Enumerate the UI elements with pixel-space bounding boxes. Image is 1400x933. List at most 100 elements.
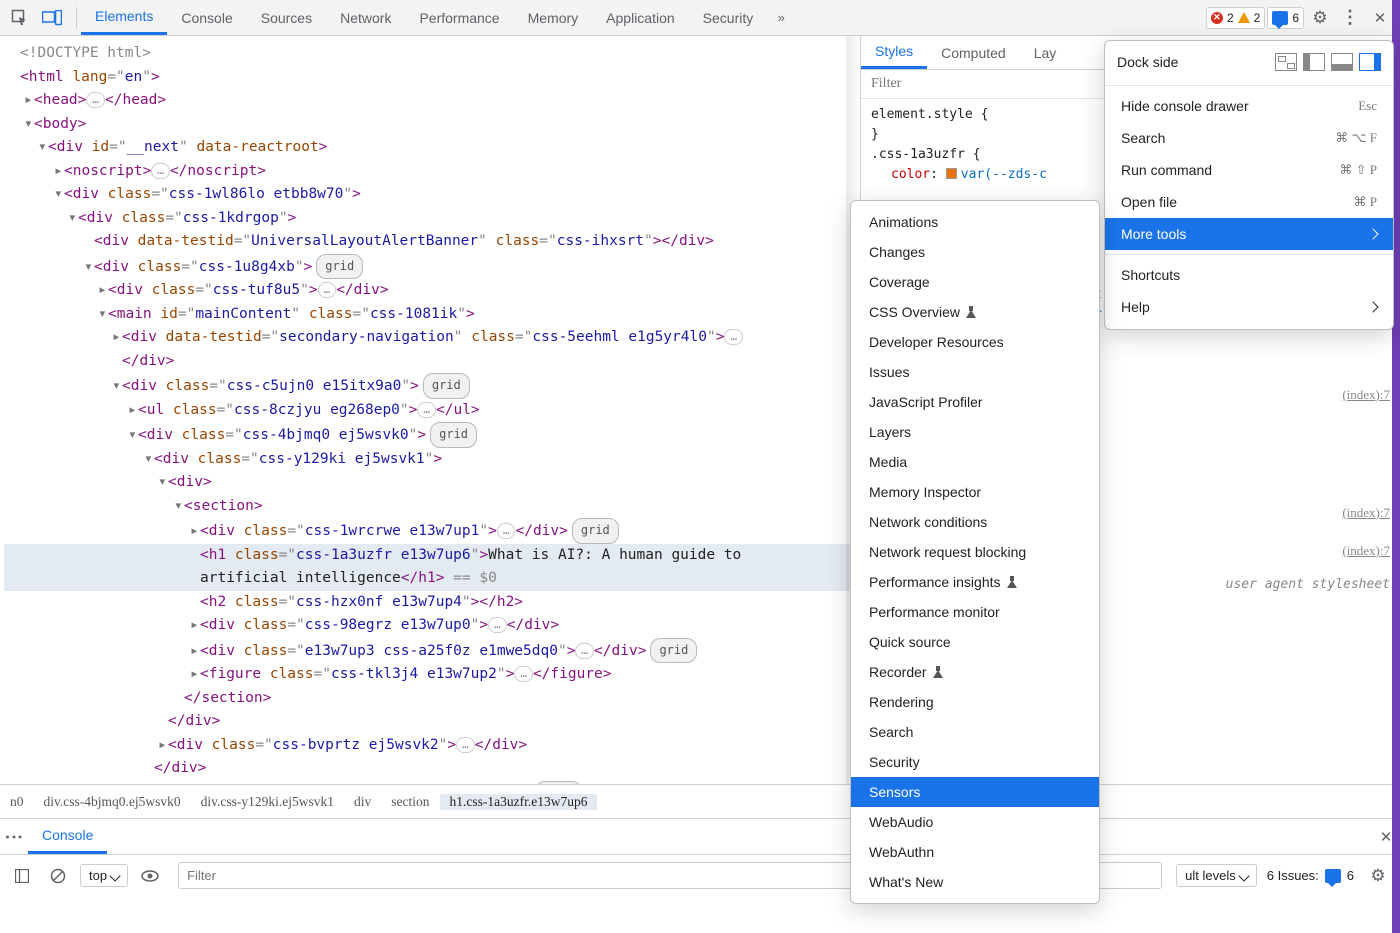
dom-node[interactable]: <div> bbox=[4, 471, 860, 495]
ellipsis-icon[interactable]: … bbox=[456, 737, 475, 753]
console-sidebar-toggle-icon[interactable] bbox=[8, 862, 36, 890]
submenu-item-animations[interactable]: Animations bbox=[851, 207, 1099, 237]
dom-node[interactable]: </section> bbox=[4, 687, 860, 711]
expand-toggle-icon[interactable] bbox=[128, 424, 138, 448]
dom-node[interactable]: <div class="css-98egrz e13w7up0">…</div> bbox=[4, 614, 860, 638]
live-expression-icon[interactable] bbox=[136, 862, 164, 890]
submenu-item-webauthn[interactable]: WebAuthn bbox=[851, 837, 1099, 867]
ellipsis-icon[interactable]: … bbox=[575, 643, 594, 659]
expand-toggle-icon[interactable] bbox=[84, 256, 94, 280]
submenu-item-performance-insights[interactable]: Performance insights bbox=[851, 567, 1099, 597]
submenu-item-what-s-new[interactable]: What's New bbox=[851, 867, 1099, 897]
menu-item-help[interactable]: Help bbox=[1105, 291, 1393, 323]
dock-left-icon[interactable] bbox=[1303, 53, 1325, 71]
dom-node[interactable]: <figure class="css-tkl3j4 e13w7up2">…</f… bbox=[4, 663, 860, 687]
dom-node[interactable]: <ul class="css-8czjyu eg268ep0">…</ul> bbox=[4, 399, 860, 423]
dom-node[interactable]: <div class="css-tuf8u5">…</div> bbox=[4, 279, 860, 303]
expand-toggle-icon[interactable] bbox=[98, 279, 108, 303]
submenu-item-developer-resources[interactable]: Developer Resources bbox=[851, 327, 1099, 357]
close-devtools-icon[interactable] bbox=[1366, 4, 1394, 32]
dom-node[interactable]: </div> bbox=[4, 710, 860, 734]
dom-node[interactable]: <html lang="en"> bbox=[4, 66, 860, 90]
inspect-element-icon[interactable] bbox=[6, 4, 34, 32]
console-tab[interactable]: Console bbox=[28, 819, 107, 854]
expand-toggle-icon[interactable] bbox=[174, 495, 184, 519]
dom-node[interactable]: <h2 class="css-hzx0nf e13w7up4"></h2> bbox=[4, 591, 860, 615]
submenu-item-css-overview[interactable]: CSS Overview bbox=[851, 297, 1099, 327]
expand-toggle-icon[interactable] bbox=[112, 326, 122, 350]
panel-tab-security[interactable]: Security bbox=[689, 0, 768, 35]
menu-item-shortcuts[interactable]: Shortcuts bbox=[1105, 259, 1393, 291]
expand-toggle-icon[interactable] bbox=[190, 614, 200, 638]
grid-badge[interactable]: grid bbox=[572, 518, 619, 544]
drawer-menu-icon[interactable] bbox=[0, 823, 28, 851]
expand-toggle-icon[interactable] bbox=[128, 399, 138, 423]
expand-toggle-icon[interactable] bbox=[38, 136, 48, 160]
submenu-item-quick-source[interactable]: Quick source bbox=[851, 627, 1099, 657]
submenu-item-sensors[interactable]: Sensors bbox=[851, 777, 1099, 807]
ellipsis-icon[interactable]: … bbox=[497, 523, 516, 539]
panel-tab-console[interactable]: Console bbox=[167, 0, 246, 35]
console-settings-icon[interactable] bbox=[1364, 862, 1392, 890]
breadcrumb-item[interactable]: section bbox=[381, 794, 439, 810]
submenu-item-webaudio[interactable]: WebAudio bbox=[851, 807, 1099, 837]
grid-badge[interactable]: grid bbox=[423, 373, 470, 399]
breadcrumb-item[interactable]: h1.css-1a3uzfr.e13w7up6 bbox=[440, 794, 598, 810]
ellipsis-icon[interactable]: … bbox=[86, 92, 105, 108]
dom-node[interactable]: <div class="css-c5ujn0 e15itx9a0">grid bbox=[4, 373, 860, 399]
submenu-item-memory-inspector[interactable]: Memory Inspector bbox=[851, 477, 1099, 507]
expand-toggle-icon[interactable] bbox=[158, 734, 168, 758]
menu-item-open-file[interactable]: Open file⌘ P bbox=[1105, 186, 1393, 218]
dom-node[interactable]: artificial intelligence</h1> == $0 bbox=[4, 567, 860, 591]
dom-node[interactable]: <h1 class="css-1a3uzfr e13w7up6">What is… bbox=[4, 544, 860, 568]
ellipsis-icon[interactable]: … bbox=[318, 282, 337, 298]
dom-node[interactable]: <noscript>…</noscript> bbox=[4, 160, 860, 184]
clear-console-icon[interactable] bbox=[44, 862, 72, 890]
panel-tab-application[interactable]: Application bbox=[592, 0, 689, 35]
ellipsis-icon[interactable]: … bbox=[417, 402, 436, 418]
expand-toggle-icon[interactable] bbox=[190, 640, 200, 664]
breadcrumb-item[interactable]: div.css-y129ki.ej5wsvk1 bbox=[191, 794, 344, 810]
submenu-item-network-conditions[interactable]: Network conditions bbox=[851, 507, 1099, 537]
dom-node[interactable]: <div class="css-4bjmq0 ej5wsvk0">grid bbox=[4, 422, 860, 448]
execution-context-select[interactable]: top bbox=[80, 864, 128, 887]
expand-toggle-icon[interactable] bbox=[68, 207, 78, 231]
panel-tab-elements[interactable]: Elements bbox=[81, 0, 167, 35]
dom-node[interactable]: <main id="mainContent" class="css-1081ik… bbox=[4, 303, 860, 327]
breadcrumb-item[interactable]: n0 bbox=[0, 794, 34, 810]
menu-item-hide-console-drawer[interactable]: Hide console drawerEsc bbox=[1105, 90, 1393, 122]
expand-toggle-icon[interactable] bbox=[190, 663, 200, 687]
grid-badge[interactable]: grid bbox=[650, 638, 697, 664]
dom-node[interactable]: <div class="css-18562gg e1k4zq0k0">…</di… bbox=[4, 781, 860, 785]
submenu-item-coverage[interactable]: Coverage bbox=[851, 267, 1099, 297]
messages-counter[interactable]: 6 bbox=[1267, 7, 1304, 29]
ellipsis-icon[interactable]: … bbox=[514, 666, 533, 682]
styles-tab-styles[interactable]: Styles bbox=[861, 36, 927, 69]
submenu-item-layers[interactable]: Layers bbox=[851, 417, 1099, 447]
styles-tab-computed[interactable]: Computed bbox=[927, 36, 1020, 69]
dom-node[interactable]: </div> bbox=[4, 350, 860, 374]
grid-badge[interactable]: grid bbox=[535, 781, 582, 785]
dom-node[interactable]: <div class="css-1wl86lo etbb8w70"> bbox=[4, 183, 860, 207]
expand-toggle-icon[interactable] bbox=[144, 783, 154, 785]
dom-node[interactable]: <!DOCTYPE html> bbox=[4, 42, 860, 66]
ellipsis-icon[interactable]: … bbox=[724, 329, 743, 345]
styles-tab-lay[interactable]: Lay bbox=[1020, 36, 1071, 69]
submenu-item-javascript-profiler[interactable]: JavaScript Profiler bbox=[851, 387, 1099, 417]
dom-node[interactable]: <div class="css-1kdrgop"> bbox=[4, 207, 860, 231]
submenu-item-network-request-blocking[interactable]: Network request blocking bbox=[851, 537, 1099, 567]
panel-tab-memory[interactable]: Memory bbox=[514, 0, 593, 35]
dom-node[interactable]: <div class="e13w7up3 css-a25f0z e1mwe5dq… bbox=[4, 638, 860, 664]
panel-tab-network[interactable]: Network bbox=[326, 0, 405, 35]
submenu-item-recorder[interactable]: Recorder bbox=[851, 657, 1099, 687]
breadcrumb-item[interactable]: div bbox=[344, 794, 381, 810]
menu-item-search[interactable]: Search⌘ ⌥ F bbox=[1105, 122, 1393, 154]
submenu-item-changes[interactable]: Changes bbox=[851, 237, 1099, 267]
issues-link[interactable]: 6 Issues: 6 bbox=[1267, 868, 1354, 883]
dom-node[interactable]: <div data-testid="secondary-navigation" … bbox=[4, 326, 860, 350]
submenu-item-search[interactable]: Search bbox=[851, 717, 1099, 747]
dom-node[interactable]: <div id="__next" data-reactroot> bbox=[4, 136, 860, 160]
submenu-item-issues[interactable]: Issues bbox=[851, 357, 1099, 387]
expand-toggle-icon[interactable] bbox=[54, 183, 64, 207]
submenu-item-media[interactable]: Media bbox=[851, 447, 1099, 477]
